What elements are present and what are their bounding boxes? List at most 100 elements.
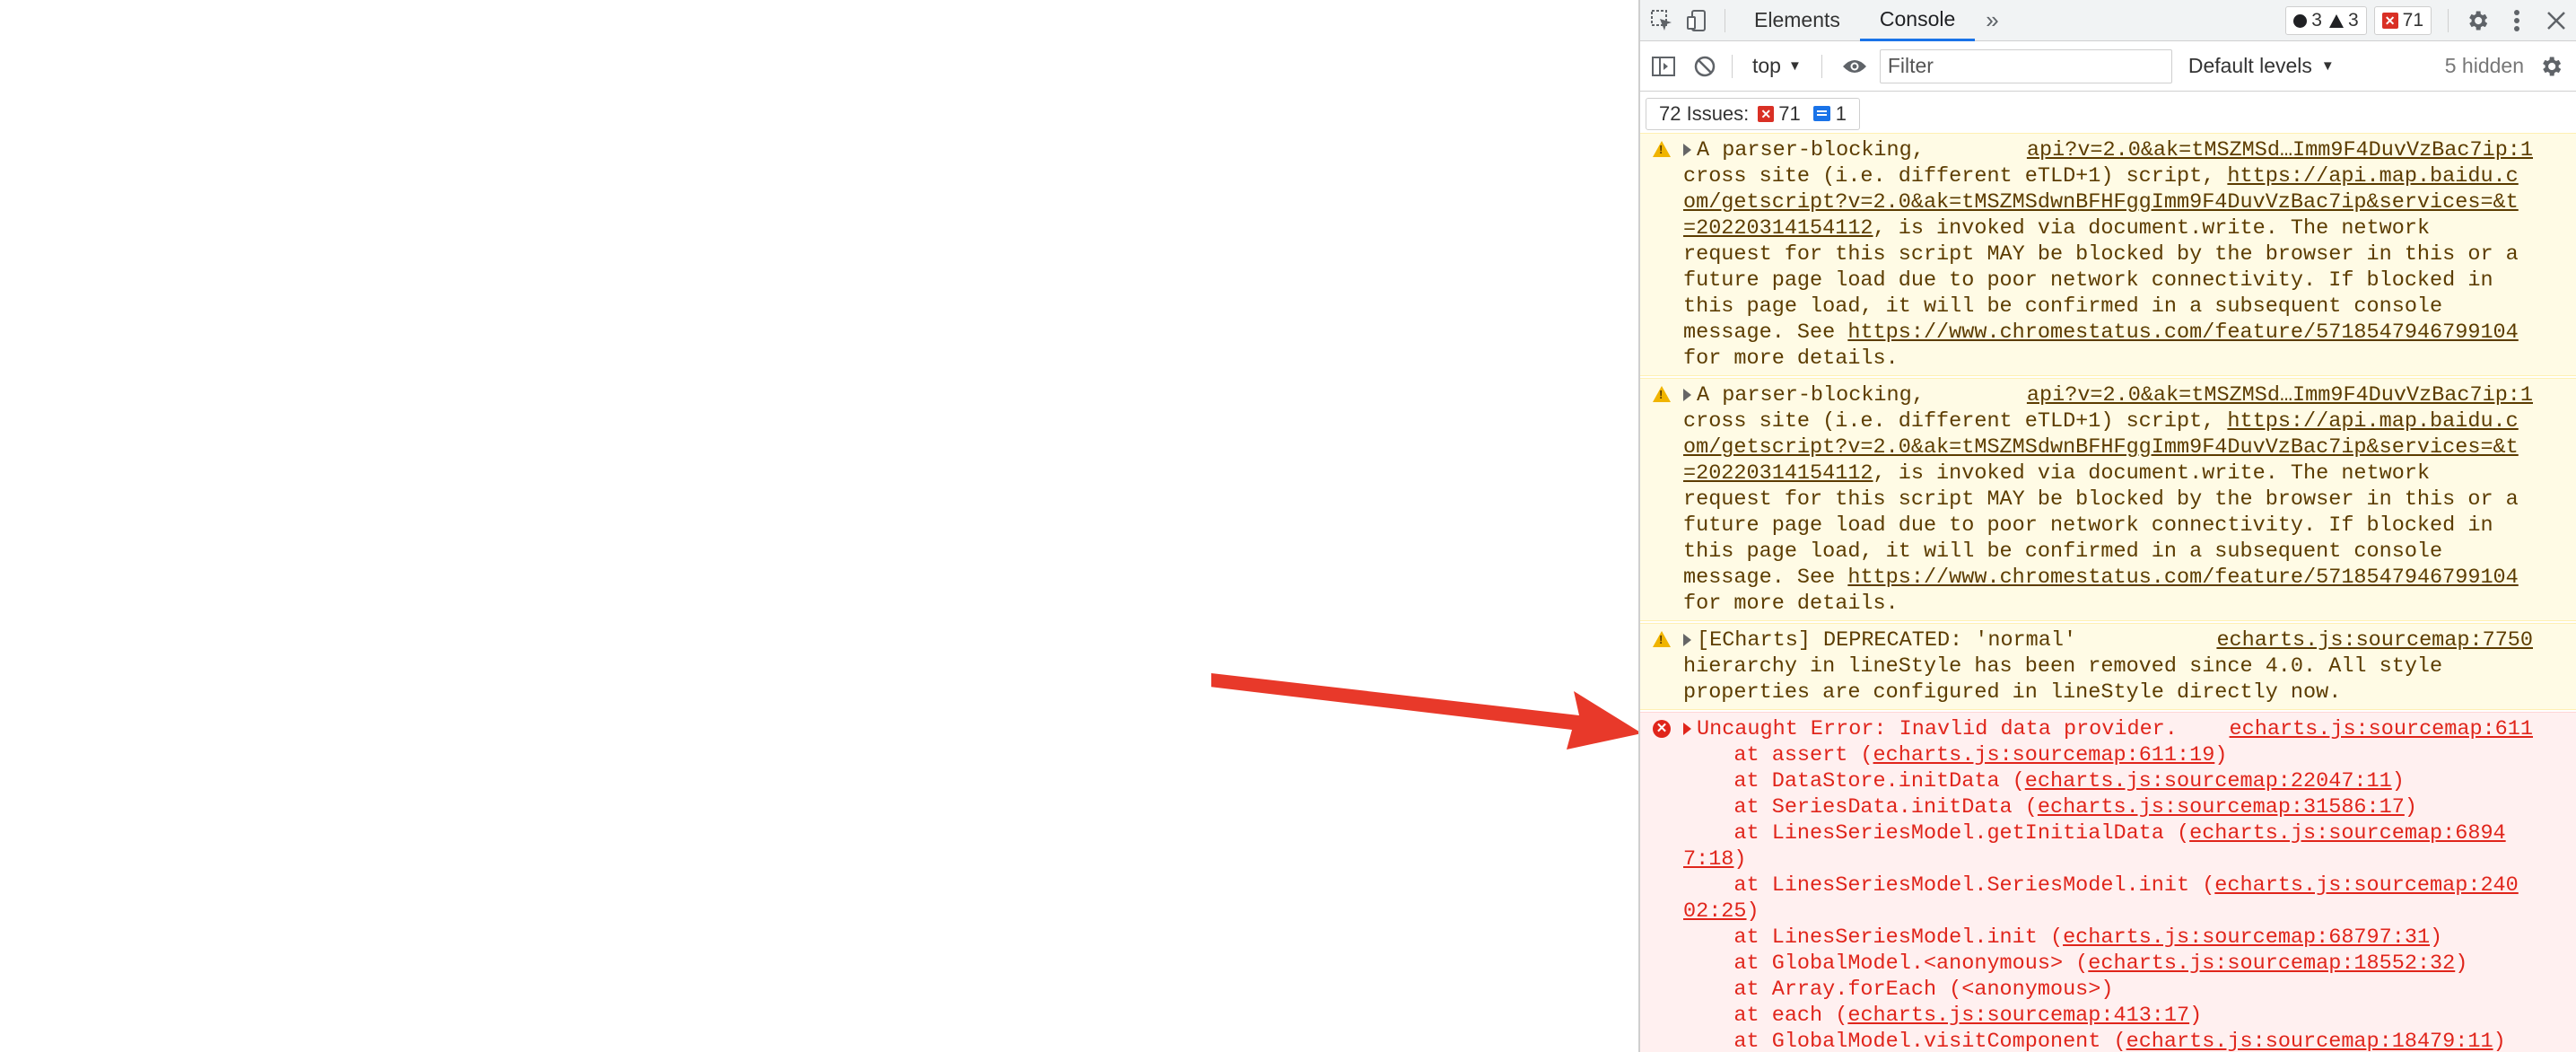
inline-link[interactable]: echarts.js:sourcemap:18552:32	[2088, 951, 2455, 976]
inspect-element-icon[interactable]	[1644, 3, 1680, 39]
message-line: request for this script MAY be blocked b…	[1683, 487, 2519, 512]
message-line: for more details.	[1683, 346, 1899, 371]
message-source-link[interactable]: api?v=2.0&ak=tMSZMSd…Imm9F4DuvVzBac7ip:1	[2027, 382, 2533, 408]
log-levels-dropdown[interactable]: Default levels ▼	[2188, 54, 2335, 78]
message-line: =20220314154112, is invoked via document…	[1683, 461, 2431, 486]
clear-console-icon[interactable]	[1687, 48, 1723, 84]
inline-link[interactable]: om/getscript?v=2.0&ak=tMSZMSdwnBFHFggImm…	[1683, 190, 2519, 215]
warning-count: 3	[2328, 10, 2359, 31]
inline-link[interactable]: https://api.map.baidu.c	[2227, 164, 2518, 188]
expand-triangle-icon[interactable]	[1683, 143, 1691, 156]
message-line: at LinesSeriesModel.init (echarts.js:sou…	[1683, 925, 2443, 950]
console-warning-message[interactable]: echarts.js:sourcemap:7750[ECharts] DEPRE…	[1640, 623, 2576, 710]
issues-button[interactable]: 72 Issues: ✕ 71 1	[1646, 97, 1861, 130]
inline-link[interactable]: echarts.js:sourcemap:31586:17	[2038, 795, 2405, 820]
chevron-down-icon: ▼	[2320, 58, 2335, 74]
inline-link[interactable]: echarts.js:sourcemap:18479:11	[2126, 1030, 2493, 1052]
error-count: ✕ 71	[2381, 10, 2423, 31]
message-line: properties are configured in lineStyle d…	[1683, 680, 2342, 705]
inline-link[interactable]: echarts.js:sourcemap:22047:11	[2025, 769, 2392, 793]
message-line: this page load, it will be confirmed in …	[1683, 294, 2443, 319]
close-icon[interactable]	[2537, 0, 2576, 41]
console-error-message[interactable]: ✕ echarts.js:sourcemap:611 Uncaught Error:…	[1640, 712, 2576, 1052]
issues-error-count: 71	[1778, 101, 1801, 125]
inline-link[interactable]: =20220314154112	[1683, 461, 1873, 486]
error-x-icon: ✕	[1653, 720, 1671, 738]
message-line: at Array.forEach (<anonymous>)	[1683, 977, 2114, 1002]
console-settings-gear-icon[interactable]	[2533, 48, 2569, 84]
message-line: request for this script MAY be blocked b…	[1683, 242, 2519, 267]
inline-link[interactable]: echarts.js:sourcemap:240	[2214, 873, 2518, 898]
message-line: at LinesSeriesModel.getInitialData (echa…	[1683, 821, 2506, 846]
message-line: hierarchy in lineStyle has been removed …	[1683, 654, 2443, 679]
inline-link[interactable]: echarts.js:sourcemap:68797:31	[2063, 925, 2430, 950]
inline-link[interactable]: echarts.js:sourcemap:6894	[2189, 821, 2506, 846]
tab-console[interactable]: Console	[1859, 0, 1976, 41]
message-line: 02:25)	[1683, 899, 1760, 924]
error-x-icon: ✕	[1758, 105, 1775, 122]
message-line: at GlobalModel.<anonymous> (echarts.js:s…	[1683, 951, 2468, 976]
inline-link[interactable]: =20220314154112	[1683, 216, 1873, 241]
error-circle-icon: ✕	[1653, 720, 1671, 738]
expand-triangle-icon[interactable]	[1683, 388, 1691, 401]
context-value: top	[1752, 54, 1781, 77]
console-warning-message[interactable]: api?v=2.0&ak=tMSZMSd…Imm9F4DuvVzBac7ip:1…	[1640, 133, 2576, 376]
message-source-link[interactable]: api?v=2.0&ak=tMSZMSd…Imm9F4DuvVzBac7ip:1	[2027, 137, 2533, 163]
live-expression-eye-icon[interactable]	[1837, 48, 1873, 84]
inline-link[interactable]: 02:25	[1683, 899, 1747, 924]
message-line: cross site (i.e. different eTLD+1) scrip…	[1683, 164, 2519, 188]
more-options-icon[interactable]	[2497, 0, 2537, 41]
log-levels-value: Default levels	[2187, 54, 2312, 77]
warning-glyph-icon	[1653, 141, 1671, 157]
message-counter[interactable]: 3 3	[2285, 6, 2367, 35]
filter-input[interactable]	[1879, 48, 2172, 83]
hidden-count: 5 hidden	[2444, 54, 2524, 77]
more-tabs-icon[interactable]: »	[1975, 6, 2009, 34]
message-line: message. See https://www.chromestatus.co…	[1683, 320, 2519, 345]
error-counter[interactable]: ✕ 71	[2373, 6, 2432, 35]
message-line: at assert (echarts.js:sourcemap:611:19)	[1683, 743, 2228, 767]
message-source-link[interactable]: echarts.js:sourcemap:611	[2230, 716, 2533, 742]
issues-bar: 72 Issues: ✕ 71 1	[1640, 92, 2576, 136]
sidebar-toggle-icon[interactable]	[1646, 48, 1681, 84]
message-line: at GlobalModel.visitComponent (echarts.j…	[1683, 1030, 2506, 1052]
expand-triangle-icon[interactable]	[1683, 633, 1691, 646]
toolbar-divider-1	[1732, 54, 1733, 78]
settings-gear-icon[interactable]	[2458, 0, 2497, 41]
message-line: 7:18)	[1683, 847, 1747, 872]
inline-link[interactable]: https://www.chromestatus.com/feature/571…	[1847, 320, 2518, 345]
message-line: at DataStore.initData (echarts.js:source…	[1683, 769, 2405, 793]
console-toolbar: top ▼ Default levels ▼ 5 hidden	[1640, 41, 2576, 92]
context-selector[interactable]: top ▼	[1742, 54, 1812, 78]
message-line: message. See https://www.chromestatus.co…	[1683, 565, 2519, 590]
device-toolbar-icon[interactable]	[1680, 3, 1716, 39]
warning-triangle-icon	[1653, 141, 1671, 159]
console-warning-message[interactable]: api?v=2.0&ak=tMSZMSd…Imm9F4DuvVzBac7ip:1…	[1640, 378, 2576, 621]
tabbar-right: 3 3 ✕ 71	[2285, 0, 2576, 41]
message-line: future page load due to poor network con…	[1683, 513, 2493, 538]
inline-link[interactable]: 7:18	[1683, 847, 1733, 872]
message-line: cross site (i.e. different eTLD+1) scrip…	[1683, 409, 2519, 434]
message-source-link[interactable]: echarts.js:sourcemap:7750	[2216, 627, 2533, 653]
tab-elements[interactable]: Elements	[1734, 0, 1860, 41]
message-dot-icon	[2293, 13, 2308, 28]
warning-count-value: 3	[2347, 10, 2359, 31]
message-line: at each (echarts.js:sourcemap:413:17)	[1683, 1004, 2203, 1028]
error-count-value: 71	[2402, 10, 2423, 31]
message-line: future page load due to poor network con…	[1683, 268, 2493, 293]
warning-triangle-icon	[1653, 386, 1671, 404]
inline-link[interactable]: https://api.map.baidu.c	[2227, 409, 2518, 434]
inline-link[interactable]: om/getscript?v=2.0&ak=tMSZMSdwnBFHFggImm…	[1683, 435, 2519, 460]
message-line: =20220314154112, is invoked via document…	[1683, 216, 2431, 241]
warning-glyph-icon	[1653, 386, 1671, 402]
inline-link[interactable]: https://www.chromestatus.com/feature/571…	[1847, 565, 2518, 590]
issues-label: 72 Issues:	[1659, 101, 1750, 125]
expand-triangle-icon[interactable]	[1683, 722, 1691, 735]
devtools-tabbar: Elements Console » 3 3 ✕ 71	[1640, 0, 2576, 41]
toolbar-divider-2	[1821, 54, 1822, 78]
console-messages: api?v=2.0&ak=tMSZMSd…Imm9F4DuvVzBac7ip:1…	[1640, 133, 2576, 1052]
inline-link[interactable]: echarts.js:sourcemap:611:19	[1873, 743, 2215, 767]
issues-info-count: 1	[1835, 101, 1847, 125]
inline-link[interactable]: echarts.js:sourcemap:413:17	[1847, 1004, 2189, 1028]
devtools-panel: Elements Console » 3 3 ✕ 71 top ▼ Filter…	[1638, 0, 2576, 1052]
